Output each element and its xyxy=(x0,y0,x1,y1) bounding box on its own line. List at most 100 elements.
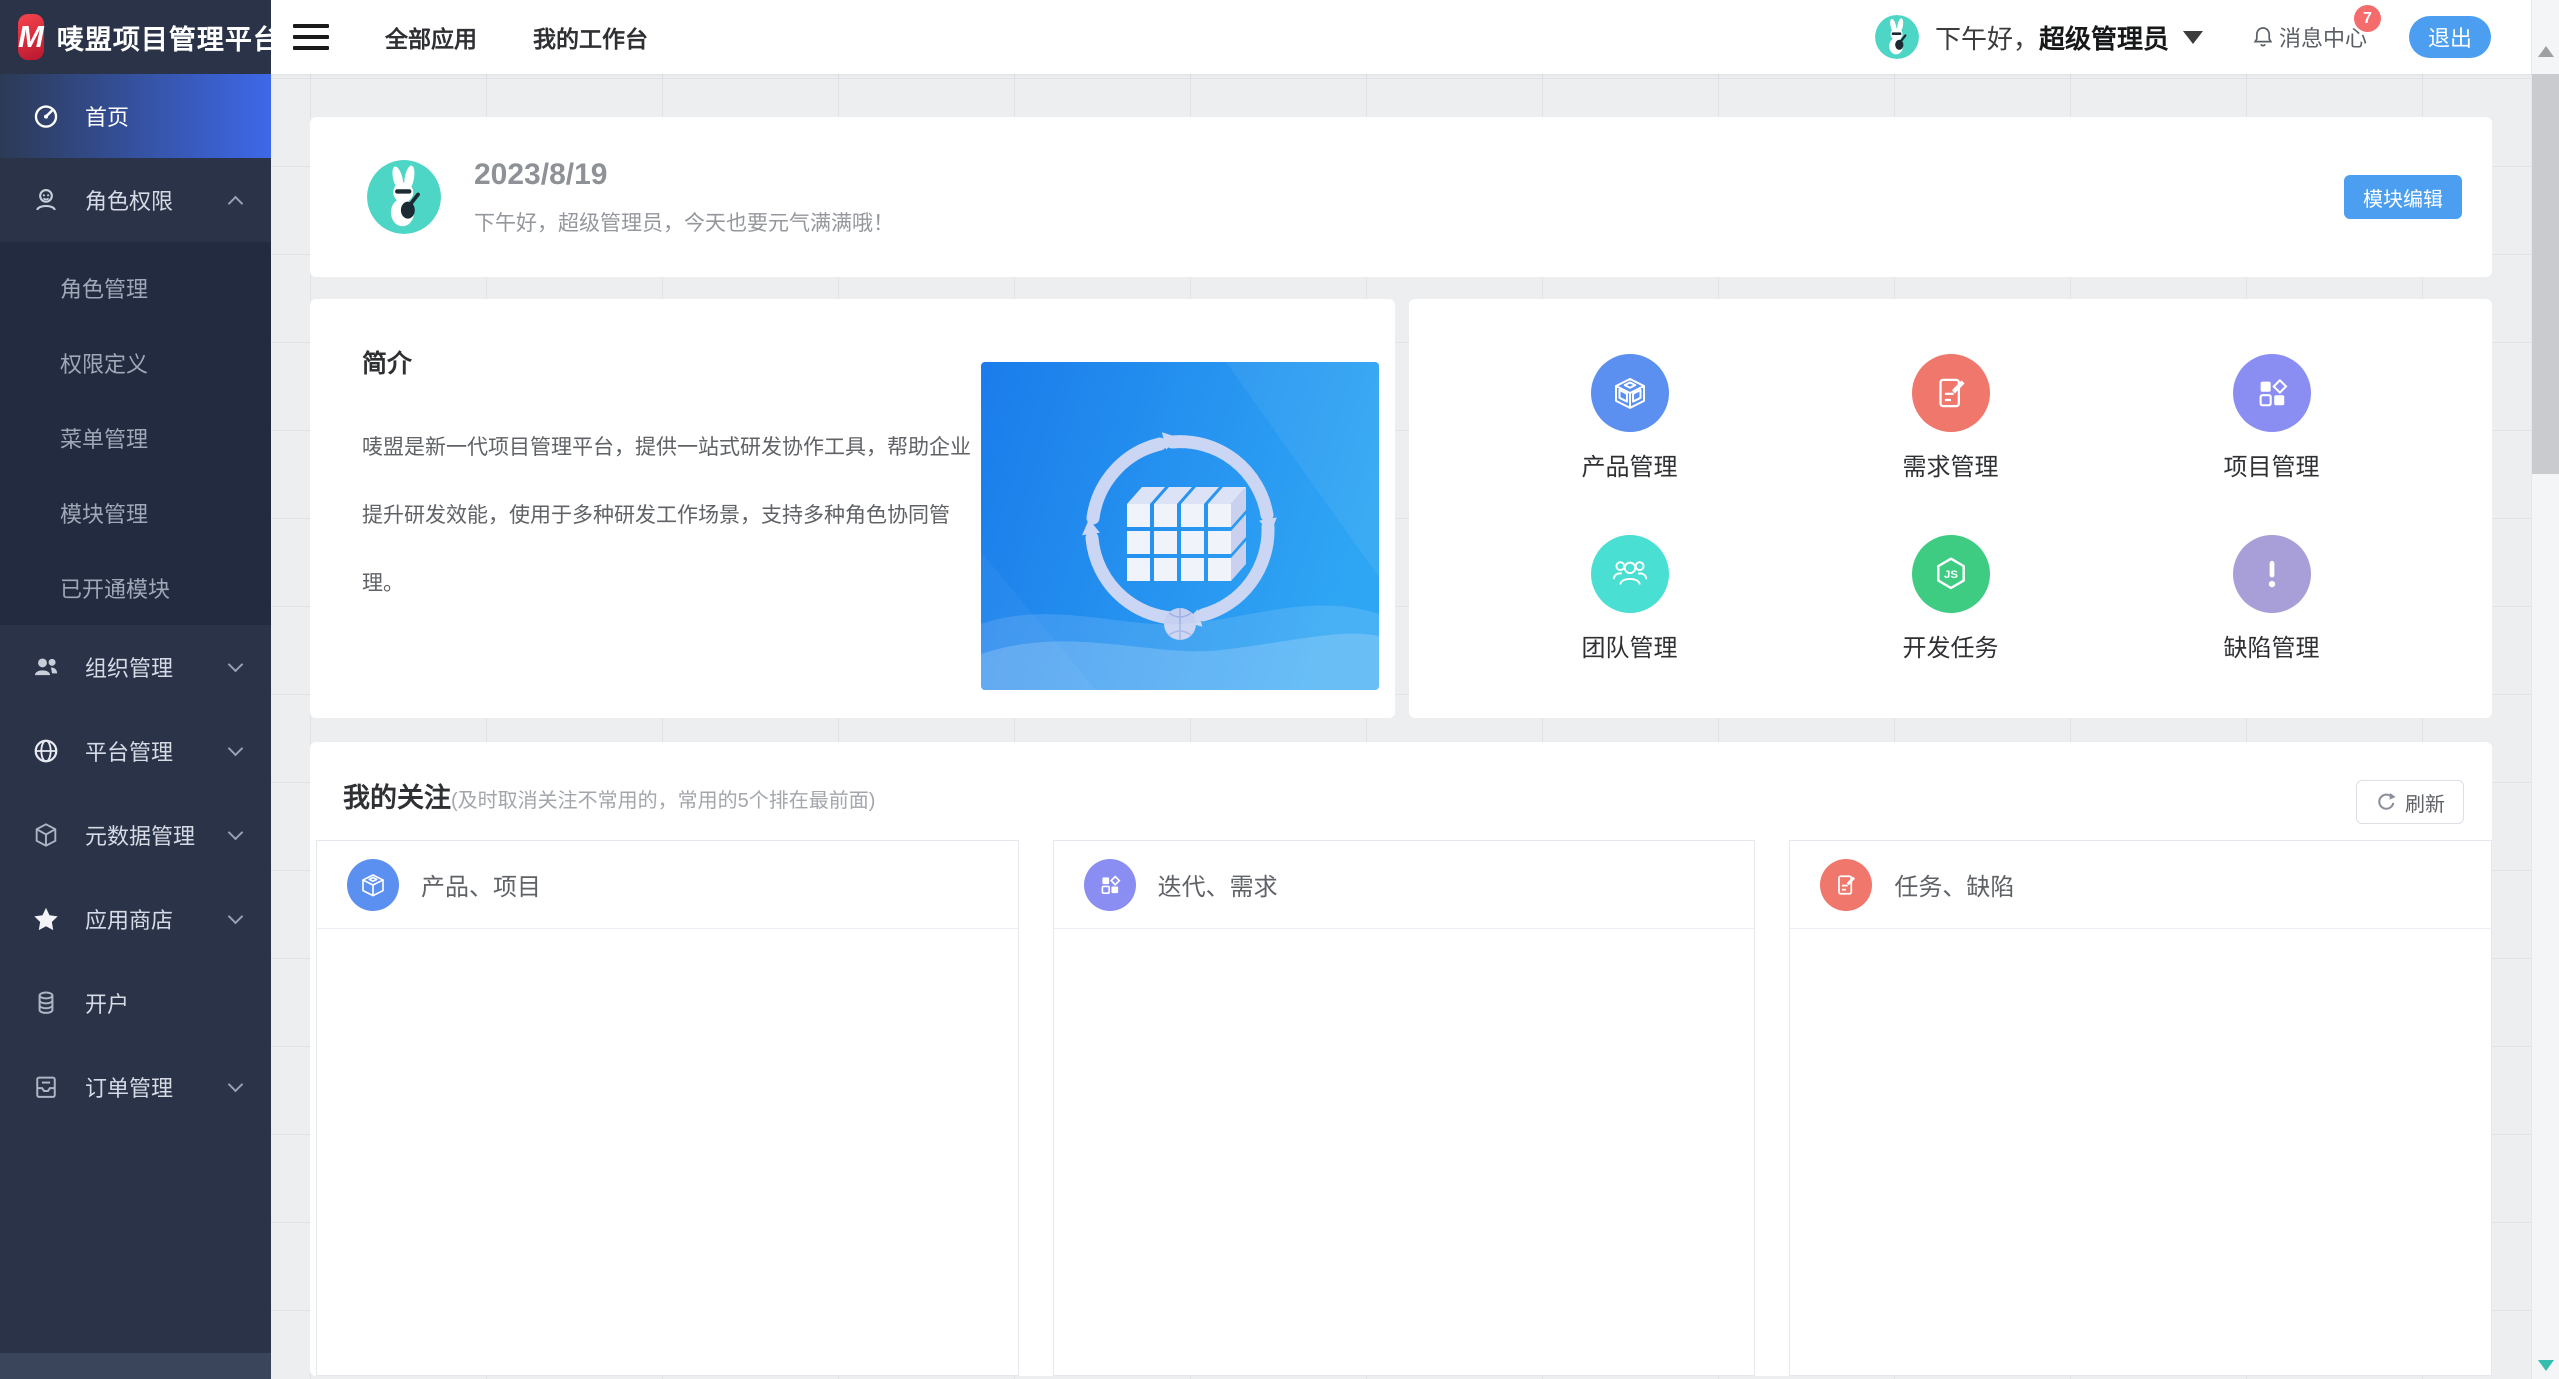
user-avatar[interactable] xyxy=(1875,15,1919,59)
follow-cards-row: 产品、项目 迭代、需求 任务 xyxy=(316,840,2492,1376)
app-page: M 唛盟项目管理平台 首页 角色权限 角色管理 xyxy=(0,0,2559,1379)
intro-card: 简介 唛盟是新一代项目管理平台，提供一站式研发协作工具，帮助企业提升研发效能，使… xyxy=(310,299,1395,718)
modules-card: 产品管理 需求管理 项目管理 xyxy=(1409,299,2492,718)
sidebar-item-label: 角色权限 xyxy=(85,184,173,216)
sidebar-subitem-label: 权限定义 xyxy=(60,347,148,379)
welcome-text-block: 2023/8/19 下午好，超级管理员，今天也要元气满满哦！ xyxy=(474,158,894,237)
svg-text:JS: JS xyxy=(1944,569,1958,581)
sidebar-item-label: 首页 xyxy=(85,100,129,132)
vertical-scrollbar[interactable] xyxy=(2531,0,2559,1379)
refresh-button[interactable]: 刷新 xyxy=(2356,780,2464,824)
message-center-button[interactable]: 消息中心 7 xyxy=(2251,21,2367,53)
module-product-management[interactable]: 产品管理 xyxy=(1469,327,1790,509)
role-icon xyxy=(32,186,60,214)
refresh-icon xyxy=(2375,791,2397,813)
sidebar-item-metadata[interactable]: 元数据管理 xyxy=(0,793,271,877)
sidebar-subitem-opened-modules[interactable]: 已开通模块 xyxy=(0,550,271,625)
scrollbar-up-arrow-icon[interactable] xyxy=(2538,46,2554,57)
message-count-badge: 7 xyxy=(2354,5,2381,32)
hamburger-menu-icon[interactable] xyxy=(293,17,329,57)
second-row: 简介 唛盟是新一代项目管理平台，提供一站式研发协作工具，帮助企业提升研发效能，使… xyxy=(310,299,2492,718)
sidebar-subitem-role-management[interactable]: 角色管理 xyxy=(0,250,271,325)
module-label: 缺陷管理 xyxy=(2224,628,2320,663)
sidebar-subitem-label: 已开通模块 xyxy=(60,572,170,604)
module-project-management[interactable]: 项目管理 xyxy=(2111,327,2432,509)
project-grid-icon xyxy=(2233,354,2311,432)
sidebar-item-home[interactable]: 首页 xyxy=(0,74,271,158)
welcome-avatar xyxy=(367,160,441,234)
welcome-date: 2023/8/19 xyxy=(474,158,894,192)
account-icon xyxy=(32,989,60,1017)
team-icon xyxy=(1591,535,1669,613)
logout-button[interactable]: 退出 xyxy=(2409,16,2491,58)
user-greeting-dropdown[interactable]: 下午好， 超级管理员 xyxy=(1935,19,2203,56)
follow-card-products-projects[interactable]: 产品、项目 xyxy=(316,840,1019,1376)
sidebar-item-organization[interactable]: 组织管理 xyxy=(0,625,271,709)
sidebar-subitem-label: 角色管理 xyxy=(60,272,148,304)
follow-card-header: 产品、项目 xyxy=(317,841,1018,929)
sidebar-menu: 首页 角色权限 角色管理 权限定义 菜单管理 xyxy=(0,74,271,1129)
chevron-down-icon xyxy=(228,825,244,841)
logo-icon: M xyxy=(18,14,44,60)
sidebar-subitem-permission-definition[interactable]: 权限定义 xyxy=(0,325,271,400)
chevron-down-icon xyxy=(228,741,244,757)
sidebar-item-label: 应用商店 xyxy=(85,903,173,935)
refresh-label: 刷新 xyxy=(2405,788,2445,817)
sidebar-subitem-menu-management[interactable]: 菜单管理 xyxy=(0,400,271,475)
sidebar-subitem-module-management[interactable]: 模块管理 xyxy=(0,475,271,550)
greeting-prefix: 下午好， xyxy=(1935,19,2039,56)
sidebar-submenu-roles: 角色管理 权限定义 菜单管理 模块管理 已开通模块 xyxy=(0,242,271,625)
sidebar-item-label: 平台管理 xyxy=(85,735,173,767)
requirement-doc-icon xyxy=(1912,354,1990,432)
module-dev-tasks[interactable]: JS 开发任务 xyxy=(1790,509,2111,691)
sidebar-item-account-opening[interactable]: 开户 xyxy=(0,961,271,1045)
tab-my-workbench[interactable]: 我的工作台 xyxy=(533,20,648,54)
message-center-label: 消息中心 xyxy=(2279,21,2367,53)
globe-icon xyxy=(32,737,60,765)
sidebar-footer-strip xyxy=(0,1353,271,1379)
organization-icon xyxy=(32,653,60,681)
sidebar-item-label: 订单管理 xyxy=(85,1071,173,1103)
follow-title: 我的关注 xyxy=(343,776,451,815)
scrollbar-down-arrow-icon[interactable] xyxy=(2538,1360,2554,1371)
sidebar-item-label: 元数据管理 xyxy=(85,819,195,851)
module-defect-management[interactable]: 缺陷管理 xyxy=(2111,509,2432,691)
module-label: 项目管理 xyxy=(2224,447,2320,482)
my-follow-section: 我的关注 (及时取消关注不常用的，常用的5个排在最前面) 刷新 产品、项目 xyxy=(310,742,2492,1376)
sidebar: M 唛盟项目管理平台 首页 角色权限 角色管理 xyxy=(0,0,271,1379)
module-team-management[interactable]: 团队管理 xyxy=(1469,509,1790,691)
greeting-username: 超级管理员 xyxy=(2039,19,2169,56)
follow-card-tasks-defects[interactable]: 任务、缺陷 xyxy=(1789,840,2492,1376)
top-header: 全部应用 我的工作台 下午好， 超级管理员 消息中心 7 退出 xyxy=(271,0,2531,74)
dashboard-icon xyxy=(32,102,60,130)
tab-all-apps[interactable]: 全部应用 xyxy=(385,20,477,54)
sidebar-subitem-label: 模块管理 xyxy=(60,497,148,529)
module-label: 需求管理 xyxy=(1903,447,1999,482)
sidebar-subitem-label: 菜单管理 xyxy=(60,422,148,454)
follow-card-iterations-requirements[interactable]: 迭代、需求 xyxy=(1053,840,1756,1376)
bell-icon xyxy=(2251,25,2275,49)
welcome-card: 2023/8/19 下午好，超级管理员，今天也要元气满满哦！ 模块编辑 xyxy=(310,117,2492,277)
chevron-down-icon xyxy=(228,909,244,925)
sidebar-item-roles[interactable]: 角色权限 xyxy=(0,158,271,242)
project-grid-icon xyxy=(1084,859,1136,911)
sidebar-item-label: 开户 xyxy=(85,987,129,1019)
module-requirement-management[interactable]: 需求管理 xyxy=(1790,327,2111,509)
sidebar-item-platform[interactable]: 平台管理 xyxy=(0,709,271,793)
follow-card-header: 迭代、需求 xyxy=(1054,841,1755,929)
follow-header: 我的关注 (及时取消关注不常用的，常用的5个排在最前面) xyxy=(316,776,2492,815)
intro-illustration xyxy=(981,362,1379,690)
defect-exclaim-icon xyxy=(2233,535,2311,613)
sidebar-item-app-store[interactable]: 应用商店 xyxy=(0,877,271,961)
sidebar-item-orders[interactable]: 订单管理 xyxy=(0,1045,271,1129)
follow-card-title: 迭代、需求 xyxy=(1158,867,1278,902)
follow-card-title: 产品、项目 xyxy=(421,867,541,902)
cube-icon xyxy=(32,821,60,849)
star-icon xyxy=(32,905,60,933)
module-label: 产品管理 xyxy=(1582,447,1678,482)
chevron-up-icon xyxy=(228,195,244,211)
sidebar-item-label: 组织管理 xyxy=(85,651,173,683)
welcome-message: 下午好，超级管理员，今天也要元气满满哦！ xyxy=(474,207,894,237)
module-edit-button[interactable]: 模块编辑 xyxy=(2344,175,2462,219)
scrollbar-thumb[interactable] xyxy=(2532,74,2559,474)
